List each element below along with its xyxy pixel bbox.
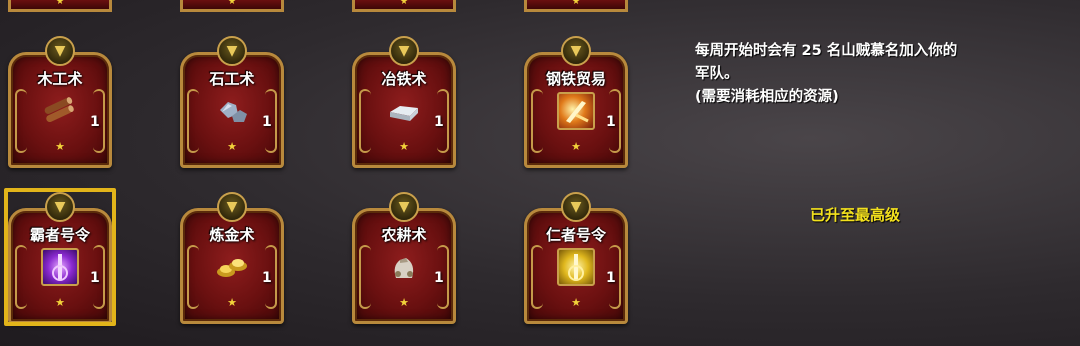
gold-ingots-icon xyxy=(213,248,251,286)
wood-logs-icon xyxy=(41,92,79,130)
steel-trade-icon xyxy=(557,92,595,130)
emblem-icon: ▼ xyxy=(561,36,591,66)
star-icon: ★ xyxy=(571,296,581,309)
iron-ingot-icon xyxy=(385,92,423,130)
card-partial-top[interactable]: ★ xyxy=(8,0,112,12)
star-icon: ★ xyxy=(227,296,237,309)
card-count: 1 xyxy=(90,270,100,286)
skill-card-ironworking[interactable]: ▼ 冶铁术 1 ★ xyxy=(352,36,456,168)
emblem-icon: ▼ xyxy=(217,36,247,66)
emblem-icon: ▼ xyxy=(45,36,75,66)
skill-card-masonry[interactable]: ▼ 石工术 1 ★ xyxy=(180,36,284,168)
star-icon: ★ xyxy=(227,140,237,153)
card-count: 1 xyxy=(434,114,444,130)
card-title: 木工术 xyxy=(37,70,83,88)
card-title: 冶铁术 xyxy=(381,70,427,88)
emblem-icon: ▼ xyxy=(389,192,419,222)
description-line: (需要消耗相应的资源) xyxy=(695,89,839,105)
emblem-icon: ▼ xyxy=(217,192,247,222)
card-count: 1 xyxy=(262,270,272,286)
description-line: 每周开始时会有 25 名山贼慕名加入你的 xyxy=(695,43,958,59)
card-title: 钢铁贸易 xyxy=(545,70,606,88)
grain-sack-icon xyxy=(385,248,423,286)
emblem-icon: ▼ xyxy=(561,192,591,222)
star-icon: ★ xyxy=(571,0,581,7)
skill-card-steel-trade[interactable]: ▼ 钢铁贸易 1 ★ xyxy=(524,36,628,168)
skill-card-overlord-command[interactable]: ▼ 霸者号令 1 ★ xyxy=(4,188,116,326)
card-title: 石工术 xyxy=(209,70,255,88)
benevolent-command-icon xyxy=(557,248,595,286)
description-line: 军队。 xyxy=(695,66,739,82)
card-count: 1 xyxy=(90,114,100,130)
max-level-status: 已升至最高级 xyxy=(809,206,900,224)
star-icon: ★ xyxy=(399,296,409,309)
stone-ore-icon xyxy=(213,92,251,130)
star-icon: ★ xyxy=(55,296,65,309)
star-icon: ★ xyxy=(227,0,237,7)
star-icon: ★ xyxy=(571,140,581,153)
card-partial-top[interactable]: ★ xyxy=(524,0,628,12)
card-title: 仁者号令 xyxy=(545,226,606,244)
card-title: 霸者号令 xyxy=(29,226,90,244)
skill-card-benevolent-command[interactable]: ▼ 仁者号令 1 ★ xyxy=(524,192,628,324)
overlord-command-icon xyxy=(41,248,79,286)
star-icon: ★ xyxy=(55,140,65,153)
card-count: 1 xyxy=(434,270,444,286)
skill-card-carpentry[interactable]: ▼ 木工术 1 ★ xyxy=(8,36,112,168)
emblem-icon: ▼ xyxy=(45,192,75,222)
card-partial-top[interactable]: ★ xyxy=(180,0,284,12)
emblem-icon: ▼ xyxy=(389,36,419,66)
star-icon: ★ xyxy=(399,0,409,7)
skill-card-alchemy[interactable]: ▼ 炼金术 1 ★ xyxy=(180,192,284,324)
card-title: 炼金术 xyxy=(209,226,255,244)
star-icon: ★ xyxy=(55,0,65,7)
card-title: 农耕术 xyxy=(381,226,427,244)
card-count: 1 xyxy=(606,270,616,286)
skill-card-farming[interactable]: ▼ 农耕术 1 ★ xyxy=(352,192,456,324)
card-count: 1 xyxy=(606,114,616,130)
card-partial-top[interactable]: ★ xyxy=(352,0,456,12)
star-icon: ★ xyxy=(399,140,409,153)
card-count: 1 xyxy=(262,114,272,130)
skill-description: 每周开始时会有 25 名山贼慕名加入你的 军队。 (需要消耗相应的资源) xyxy=(695,40,1055,109)
